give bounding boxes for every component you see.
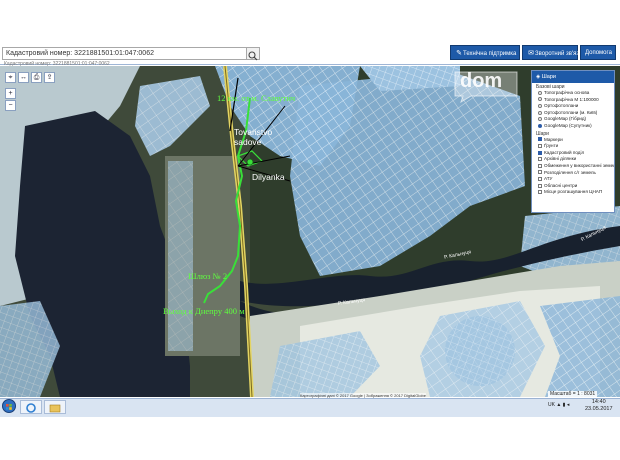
layer-checkbox[interactable]: [538, 137, 542, 142]
map-scale: Масштаб = 1 : 8031: [548, 391, 598, 397]
layer-row[interactable]: Місце розташування ЦНАП: [532, 189, 614, 196]
help-button[interactable]: Допомога: [580, 45, 616, 60]
select-icon: ⌖: [8, 74, 13, 81]
plot-name-label: Tovaristvo sadove: [234, 127, 273, 147]
measure-icon: ↔: [20, 74, 27, 81]
print-tool[interactable]: ⎙: [31, 72, 42, 83]
language-indicator[interactable]: UK: [548, 402, 555, 408]
layer-label: Ортофотоплани: [544, 103, 579, 109]
folder-icon: [49, 404, 61, 413]
layer-label: Топографічна М 1:100000: [544, 96, 599, 102]
dom-watermark: dom: [451, 68, 521, 104]
windows-logo-icon: [6, 404, 12, 410]
layers-panel-header[interactable]: ◈ Шари: [532, 71, 614, 83]
overlay-layers-heading: Шари: [536, 130, 549, 137]
plot-title-label: Dilyanka: [252, 172, 285, 182]
zoom-in-button[interactable]: +: [5, 88, 16, 99]
search-icon: [248, 51, 258, 61]
layer-row[interactable]: Ортофотоплани: [532, 103, 614, 110]
taskbar: [0, 398, 620, 417]
layer-checkbox[interactable]: [538, 190, 542, 195]
layer-label: Топографічна основа: [544, 90, 590, 95]
taskbar-app-ie[interactable]: [20, 400, 42, 414]
feedback-button[interactable]: ✉Зворотний зв'язок: [522, 45, 585, 60]
layer-checkbox[interactable]: [538, 150, 542, 155]
layer-checkbox[interactable]: [538, 170, 542, 175]
search-input[interactable]: Кадастровий номер: 3221881501:01:047:006…: [2, 47, 260, 60]
layers-panel: ◈ Шари Базові шари Топографічна основа То…: [531, 70, 615, 213]
exit-label: Выход к Днепру 400 м: [163, 306, 245, 316]
layer-radio[interactable]: [538, 97, 542, 102]
layer-row[interactable]: Обласні центри: [532, 183, 614, 190]
layer-checkbox[interactable]: [538, 176, 542, 181]
layer-radio[interactable]: [538, 110, 542, 115]
screen: Кадастровий номер: 3221881501:01:047:006…: [0, 0, 620, 460]
layer-row[interactable]: Розподілення с/г земель: [532, 170, 614, 177]
base-layers-heading: Базові шари: [536, 84, 565, 90]
layer-checkbox[interactable]: [538, 163, 542, 168]
layer-label: АТУ: [544, 176, 553, 182]
layer-row[interactable]: Ортофотоплани (м. Київ): [532, 110, 614, 117]
overlay-layers-list: Маркери Ґрунти Кадастровий поділ Архівні ді…: [532, 137, 614, 196]
tech-support-button[interactable]: ✎Технічна підтримка: [450, 45, 520, 60]
layer-label: Ґрунти: [544, 143, 559, 149]
layer-row[interactable]: АТУ: [532, 176, 614, 183]
share-icon: ⇪: [46, 74, 53, 81]
layer-radio[interactable]: [538, 103, 542, 108]
search-button[interactable]: [246, 47, 260, 61]
select-tool[interactable]: ⌖: [5, 72, 16, 83]
system-tray[interactable]: UK ▲ ▮ ◂: [548, 402, 569, 408]
layer-label: Архівні ділянки: [544, 156, 577, 162]
wrench-icon: ✎: [456, 50, 462, 57]
layer-label: Місце розташування ЦНАП: [544, 189, 603, 195]
layer-row[interactable]: Архівні ділянки: [532, 156, 614, 163]
envelope-icon: ✉: [528, 50, 534, 57]
map-canvas[interactable]: [0, 66, 620, 397]
zoom-out-button[interactable]: −: [5, 100, 16, 111]
taskbar-app-explorer[interactable]: [44, 400, 66, 414]
layer-checkbox[interactable]: [538, 183, 542, 188]
layer-label: Розподілення с/г земель: [544, 169, 596, 175]
base-layers-list: Топографічна основа Топографічна М 1:1000…: [532, 90, 614, 130]
print-icon: ⎙: [33, 74, 40, 81]
layer-radio[interactable]: [538, 117, 542, 122]
taskbar-clock[interactable]: 14:40 23.05.2017: [585, 399, 613, 413]
browser-icon: [26, 403, 36, 413]
distance-label: 12 км. от м. Славутич: [217, 93, 296, 103]
layer-checkbox[interactable]: [538, 143, 542, 148]
layer-row[interactable]: GoogleMap (Супутник): [532, 123, 614, 130]
layer-radio[interactable]: [538, 90, 542, 95]
layer-row[interactable]: Обмеження у використанні земель: [532, 163, 614, 170]
layer-label: GoogleMap (Супутник): [544, 122, 592, 128]
layer-label: Ортофотоплани (м. Київ): [544, 109, 598, 115]
layer-row[interactable]: GoogleMap (Гібрид): [532, 116, 614, 123]
layer-checkbox[interactable]: [538, 157, 542, 162]
layer-label: Обмеження у використанні земель: [544, 162, 614, 168]
start-button[interactable]: [2, 399, 16, 413]
lock-label: Шлюз № 2: [188, 271, 228, 281]
layer-row[interactable]: Кадастровий поділ: [532, 150, 614, 157]
layer-label: Кадастровий поділ: [544, 149, 585, 155]
layer-label: Маркери: [544, 136, 563, 142]
layer-row[interactable]: Маркери: [532, 137, 614, 144]
tray-icons: ▲ ▮ ◂: [556, 402, 570, 408]
share-tool[interactable]: ⇪: [44, 72, 55, 83]
layer-label: GoogleMap (Гібрид): [544, 116, 587, 122]
layer-row[interactable]: Топографічна М 1:100000: [532, 97, 614, 104]
layer-row[interactable]: Ґрунти: [532, 143, 614, 150]
measure-tool[interactable]: ↔: [18, 72, 29, 83]
satellite-map[interactable]: 12 км. от м. Славутич Tovaristvo sadove …: [0, 66, 620, 397]
layer-radio[interactable]: [538, 123, 542, 128]
layer-row[interactable]: Топографічна основа: [532, 90, 614, 97]
watermark-text: dom: [460, 70, 503, 92]
layer-label: Обласні центри: [544, 182, 578, 188]
